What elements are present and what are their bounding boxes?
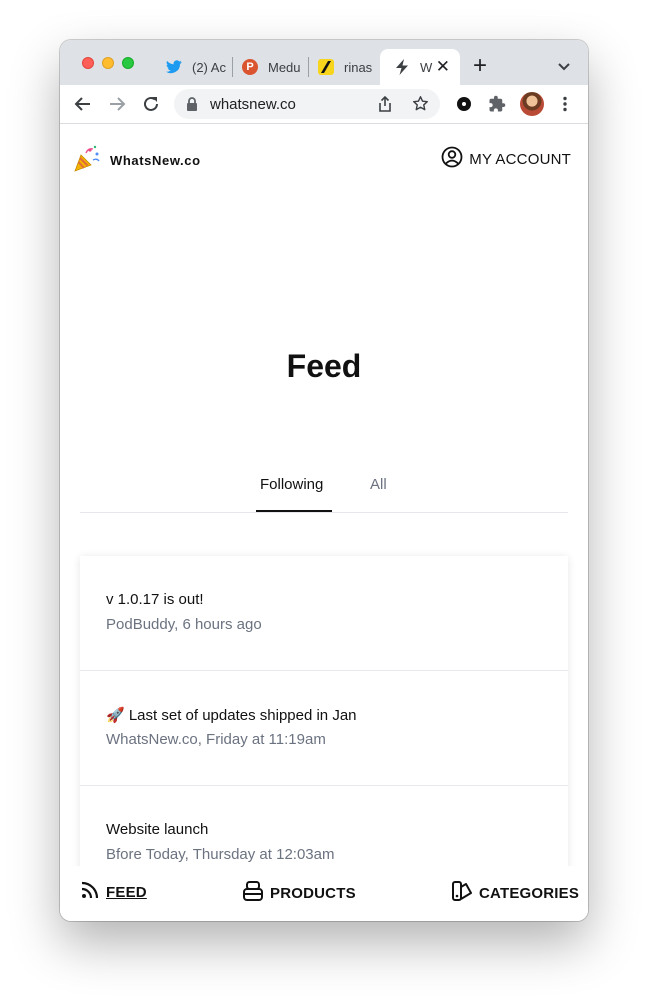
feed-tabs: Following All: [80, 468, 568, 513]
tab-following[interactable]: Following: [260, 476, 323, 493]
page-title: Feed: [286, 348, 362, 384]
feed-list: v 1.0.17 is out! PodBuddy, 6 hours ago 🚀…: [80, 556, 568, 901]
close-window-button[interactable]: [82, 57, 94, 69]
browser-tab-whatsnew-active[interactable]: W ✕: [380, 49, 460, 85]
back-arrow-icon[interactable]: [74, 95, 92, 113]
nav-feed[interactable]: FEED: [80, 880, 147, 904]
producthunt-icon: P: [242, 59, 258, 75]
browser-tab-label: (2) Ac: [192, 59, 226, 75]
forward-arrow-icon[interactable]: [108, 95, 126, 113]
feed-item[interactable]: 🚀 Last set of updates shipped in Jan Wha…: [80, 671, 568, 786]
browser-window: (2) Ac P Medu rinas W ✕ + whatsnew.co Wh…: [60, 40, 588, 921]
tab-strip: (2) Ac P Medu rinas W ✕ +: [60, 40, 588, 85]
close-tab-icon[interactable]: ✕: [436, 58, 450, 76]
minimize-window-button[interactable]: [102, 57, 114, 69]
kebab-menu-icon[interactable]: [556, 95, 574, 113]
my-account-button[interactable]: MY ACCOUNT: [441, 146, 571, 173]
my-account-label: MY ACCOUNT: [469, 151, 571, 168]
zoom-window-button[interactable]: [122, 57, 134, 69]
site-logo[interactable]: WhatsNew.co: [74, 144, 201, 177]
share-icon[interactable]: [378, 95, 392, 117]
browser-tab-producthunt[interactable]: P Medu: [228, 49, 308, 85]
twitter-icon: [166, 59, 182, 75]
nav-feed-label: FEED: [106, 883, 147, 901]
active-tab-indicator: [256, 510, 332, 512]
user-circle-icon: [441, 146, 463, 173]
tab-all[interactable]: All: [370, 476, 387, 493]
bookmark-star-icon[interactable]: [412, 95, 429, 117]
browser-tab-label: rinas: [344, 59, 373, 75]
feed-item-title: 🚀 Last set of updates shipped in Jan: [106, 707, 357, 724]
nav-products-label: PRODUCTS: [270, 884, 356, 902]
categories-swatch-icon: [451, 880, 473, 906]
nav-products[interactable]: PRODUCTS: [242, 880, 356, 906]
url-text: whatsnew.co: [210, 96, 296, 113]
puzzle-extensions-icon[interactable]: [488, 95, 506, 113]
nav-categories[interactable]: CATEGORIES: [451, 880, 579, 906]
reload-icon[interactable]: [142, 95, 160, 113]
extension-dot-icon[interactable]: [455, 95, 473, 113]
lightning-icon: [394, 59, 410, 75]
products-stack-icon: [242, 880, 264, 906]
browser-tab-label: Medu: [268, 59, 301, 75]
browser-tab-label: W: [420, 59, 433, 75]
party-popper-icon: [74, 144, 102, 177]
feed-item-title: Website launch: [106, 821, 209, 838]
slash-app-icon: [318, 59, 334, 75]
feed-item-title: v 1.0.17 is out!: [106, 591, 204, 608]
feed-item-meta: WhatsNew.co, Friday at 11:19am: [106, 731, 326, 748]
profile-avatar[interactable]: [520, 92, 544, 116]
web-page: WhatsNew.co MY ACCOUNT Feed Following Al…: [60, 124, 588, 921]
logo-text: WhatsNew.co: [110, 153, 201, 168]
rss-feed-icon: [80, 880, 100, 904]
bottom-navigation: FEED PRODUCTS CATEGORIES: [60, 866, 588, 921]
browser-tab-twitter[interactable]: (2) Ac: [152, 49, 232, 85]
lock-icon: [186, 97, 198, 116]
feed-item-meta: Bfore Today, Thursday at 12:03am: [106, 846, 335, 863]
browser-tab-rinas[interactable]: rinas: [304, 49, 376, 85]
browser-toolbar: whatsnew.co: [60, 85, 588, 124]
chevron-down-icon[interactable]: [558, 58, 570, 76]
feed-item-meta: PodBuddy, 6 hours ago: [106, 616, 262, 633]
feed-item[interactable]: v 1.0.17 is out! PodBuddy, 6 hours ago: [80, 556, 568, 671]
address-bar[interactable]: whatsnew.co: [174, 89, 440, 119]
new-tab-button[interactable]: +: [473, 54, 487, 78]
nav-categories-label: CATEGORIES: [479, 884, 580, 902]
